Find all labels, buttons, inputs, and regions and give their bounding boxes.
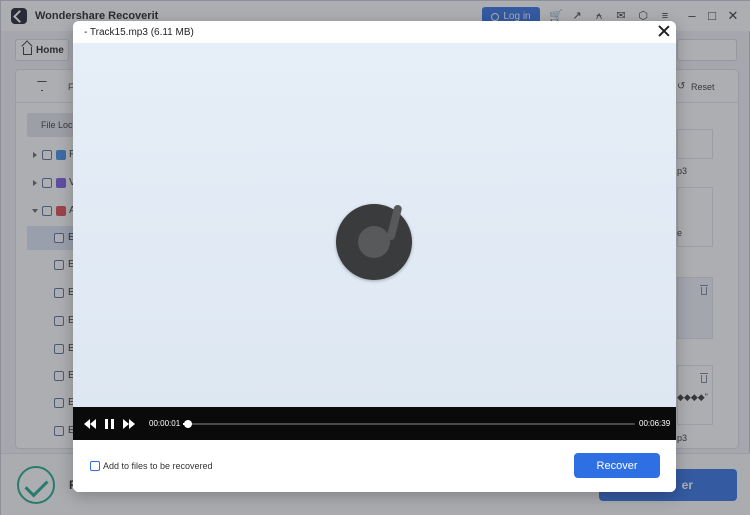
- fast-forward-icon[interactable]: [123, 419, 135, 429]
- audio-player: 00:00:01 00:06:39: [73, 407, 676, 440]
- dialog-footer: Add to files to be recovered Recover: [73, 440, 676, 492]
- preview-dialog: - Track15.mp3 (6.11 MB) 00:00:01 00:06:3…: [73, 21, 676, 492]
- add-to-recover-checkbox[interactable]: [90, 461, 100, 471]
- audio-preview-area: [73, 43, 676, 407]
- dialog-header: - Track15.mp3 (6.11 MB): [73, 21, 676, 43]
- disc-center: [358, 226, 390, 258]
- total-time: 00:06:39: [639, 419, 671, 428]
- seek-handle[interactable]: [184, 420, 192, 428]
- dialog-title: - Track15.mp3 (6.11 MB): [84, 27, 194, 38]
- seek-bar[interactable]: [183, 420, 635, 428]
- pause-icon[interactable]: [105, 419, 114, 429]
- rewind-icon[interactable]: [84, 419, 96, 429]
- recover-button[interactable]: Recover: [574, 453, 660, 478]
- close-icon[interactable]: [658, 25, 670, 37]
- current-time: 00:00:01: [149, 419, 181, 428]
- music-disc-icon: [336, 204, 412, 280]
- add-to-recover-label[interactable]: Add to files to be recovered: [103, 461, 213, 471]
